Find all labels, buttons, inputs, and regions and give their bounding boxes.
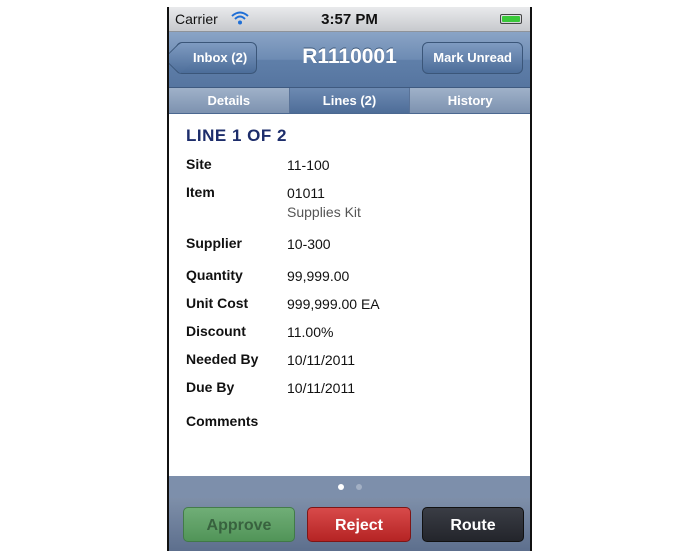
field-value: 10-300 [287,236,331,252]
field-label: Comments [186,413,259,429]
tab-history[interactable]: History [410,88,530,113]
page-title: R1110001 [302,45,397,68]
line-detail-panel: LINE 1 OF 2 Site 11-100 Item 01011 Suppl… [169,114,530,476]
field-label: Due By [186,379,235,395]
field-value: 10/11/2011 [287,380,355,396]
field-label: Unit Cost [186,295,249,311]
field-label: Quantity [186,267,243,283]
field-label: Needed By [186,351,259,367]
field-value: 999,999.00 EA [287,296,380,312]
page-dot-current [338,484,344,490]
field-value: 11-100 [287,157,330,173]
status-time: 3:57 PM [321,11,378,28]
phone-screen: Carrier 3:57 PM Inbox (2) R1110001 Mark … [167,7,532,551]
page-dot [356,484,362,490]
field-value: 11.00% [287,324,334,340]
mark-unread-button[interactable]: Mark Unread [422,42,523,74]
field-value: 99,999.00 [287,268,350,284]
field-value: 10/11/2011 [287,352,355,368]
navigation-bar: Inbox (2) R1110001 Mark Unread [169,32,530,88]
approve-button[interactable]: Approve [183,507,295,542]
field-label: Supplier [186,235,243,251]
action-toolbar: Approve Reject Route [169,498,530,551]
tab-lines[interactable]: Lines (2) [289,88,411,113]
inbox-back-button[interactable]: Inbox (2) [176,42,258,74]
field-label: Discount [186,323,246,339]
inbox-back-label: Inbox (2) [193,50,248,65]
segmented-tabs: Details Lines (2) History [169,88,530,114]
status-bar: Carrier 3:57 PM [169,7,530,32]
tab-details[interactable]: Details [169,88,290,113]
route-button[interactable]: Route [422,507,524,542]
field-value: 01011 [287,185,325,201]
line-heading: LINE 1 OF 2 [186,126,287,145]
battery-icon [500,14,522,24]
item-description: Supplies Kit [287,204,361,220]
field-label: Site [186,156,212,172]
field-label: Item [186,184,215,200]
page-indicator[interactable] [169,476,530,498]
reject-button[interactable]: Reject [307,507,411,542]
